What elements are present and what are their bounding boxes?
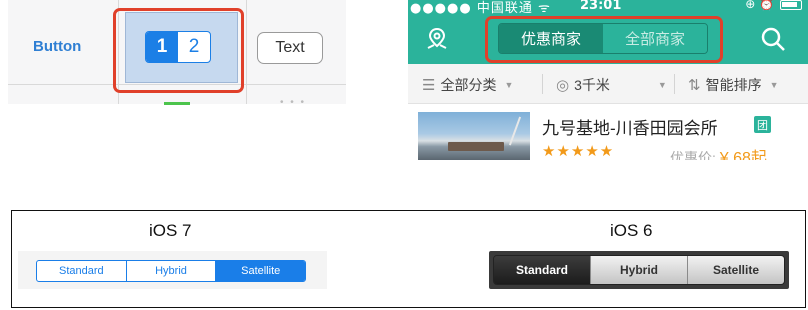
- filter-label: 全部分类: [440, 77, 497, 93]
- price-label: 优惠价:: [670, 150, 716, 160]
- segment-satellite[interactable]: Satellite: [216, 261, 305, 281]
- status-icons: ⊕ ⏰: [745, 0, 774, 11]
- ios6-toolbar: Standard Hybrid Satellite: [489, 251, 789, 289]
- price-line: 优惠价: ¥ 68起: [670, 144, 767, 160]
- sort-icon: ⇅: [688, 77, 701, 94]
- battery-icon: [780, 0, 802, 10]
- search-icon[interactable]: [760, 26, 786, 52]
- thumbnail-mast: [508, 116, 522, 146]
- segment-hybrid[interactable]: Hybrid: [127, 261, 217, 281]
- price-value: ¥ 68起: [719, 150, 767, 160]
- rating-stars: ★★★★★: [542, 143, 615, 160]
- filter-label: 3千米: [574, 77, 610, 93]
- system-button[interactable]: Button: [33, 38, 81, 55]
- segment-satellite[interactable]: Satellite: [688, 256, 784, 284]
- chevron-down-icon: ▼: [504, 80, 514, 90]
- filter-divider: [674, 74, 675, 94]
- merchant-name: 九号基地-川香田园会所: [542, 119, 718, 138]
- text-button[interactable]: Text: [257, 32, 323, 64]
- green-indicator: [164, 102, 190, 105]
- highlight-frame: [485, 16, 723, 63]
- segment-hybrid[interactable]: Hybrid: [591, 256, 688, 284]
- filter-bar: ☰ 全部分类 ▼ ◎ 3千米 ▼ ⇅ 智能排序 ▼: [408, 64, 808, 104]
- highlight-frame: [113, 8, 244, 93]
- filter-sort[interactable]: ⇅ 智能排序 ▼: [688, 75, 779, 95]
- chevron-down-icon: ▼: [769, 80, 779, 90]
- status-time: 23:01: [580, 0, 622, 13]
- ios6-segmented-control[interactable]: Standard Hybrid Satellite: [493, 255, 785, 285]
- ios6-title: iOS 6: [610, 221, 653, 240]
- location-map-icon[interactable]: [426, 27, 448, 51]
- chevron-down-icon: ▼: [657, 80, 667, 90]
- segment-standard[interactable]: Standard: [37, 261, 127, 281]
- group-buy-badge: 团: [754, 116, 771, 133]
- filter-divider: [542, 74, 543, 94]
- filter-label: 智能排序: [705, 77, 762, 93]
- filter-distance[interactable]: ◎ 3千米 ▼: [556, 75, 667, 95]
- ios7-title: iOS 7: [149, 221, 192, 240]
- merchant-list-item[interactable]: 九号基地-川香田园会所 团 ★★★★★ 优惠价: ¥ 68起: [408, 104, 808, 160]
- segment-standard[interactable]: Standard: [494, 256, 591, 284]
- ios-comparison-panel: iOS 7 Standard Hybrid Satellite iOS 6 St…: [11, 210, 806, 308]
- activity-dots: • • •: [280, 97, 307, 108]
- column-divider: [246, 0, 247, 104]
- thumbnail-boat: [448, 142, 504, 151]
- merchant-thumbnail: [418, 112, 530, 160]
- list-icon: ☰: [422, 77, 436, 94]
- location-pin-icon: ◎: [556, 77, 570, 94]
- ios7-segmented-control[interactable]: Standard Hybrid Satellite: [36, 260, 306, 282]
- status-bar: ●●●●● 中国联通 ᯤ 23:01 ⊕ ⏰: [408, 0, 808, 16]
- filter-category[interactable]: ☰ 全部分类 ▼: [422, 75, 513, 95]
